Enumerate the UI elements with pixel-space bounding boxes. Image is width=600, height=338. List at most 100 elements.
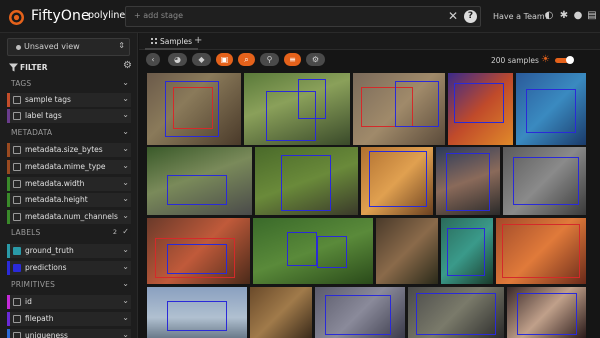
sample-thumbnail-dogs[interactable] — [253, 218, 373, 284]
sample-thumbnail-sleeping-cat[interactable] — [503, 147, 586, 215]
sample-thumbnail-cake[interactable] — [516, 73, 586, 145]
field-metadata-num-channels[interactable]: metadata.num_channels ⌄ — [7, 210, 131, 224]
help-icon[interactable]: ? — [464, 10, 477, 23]
search-icon[interactable]: ⌕ — [238, 53, 255, 66]
filter-icon — [9, 63, 18, 72]
sample-thumbnail-table[interactable] — [147, 218, 250, 284]
sort-icon[interactable]: ≡ — [284, 53, 301, 66]
chevron-down-icon[interactable]: ⌄ — [122, 161, 129, 170]
field-label: filepath — [25, 314, 54, 323]
field-color-bar — [7, 160, 10, 174]
have-a-team-link[interactable]: Have a Team? — [493, 12, 549, 21]
field-uniqueness[interactable]: uniqueness ⌄ — [7, 329, 131, 338]
sample-thumbnail-pizza[interactable] — [496, 218, 586, 284]
sample-thumbnail-brown-bear[interactable] — [250, 287, 312, 338]
slack-icon[interactable]: ✱ — [558, 10, 570, 22]
field-checkbox[interactable] — [13, 112, 21, 120]
field-sample-tags[interactable]: sample tags ⌄ — [7, 93, 131, 107]
similarity-icon[interactable]: ⚲ — [260, 53, 279, 66]
saved-view-select[interactable]: Unsaved view ⇕ — [7, 38, 130, 56]
section-primitives[interactable]: PRIMITIVES ⌄ — [7, 278, 131, 292]
tag-icon[interactable]: ◆ — [192, 53, 211, 66]
sample-thumbnail-toy[interactable] — [441, 218, 493, 284]
sample-thumbnail-bear[interactable] — [376, 218, 438, 284]
dark-mode-icon[interactable]: ◐ — [543, 10, 555, 22]
sample-thumbnail-dog[interactable] — [507, 287, 586, 338]
sample-thumbnail-train[interactable] — [147, 147, 252, 215]
field-color-bar — [7, 312, 10, 326]
field-ground-truth[interactable]: ground_truth ⌄ — [7, 244, 131, 258]
sample-thumbnail-person[interactable] — [436, 147, 500, 215]
chevron-updown-icon: ⇕ — [118, 41, 125, 50]
chevron-down-icon[interactable]: ⌄ — [122, 127, 129, 136]
settings-icon[interactable]: ⚙ — [306, 53, 325, 66]
field-checkbox[interactable] — [13, 180, 21, 188]
field-checkbox[interactable] — [13, 213, 21, 221]
field-checkbox[interactable] — [13, 96, 21, 104]
chevron-down-icon[interactable]: ⌄ — [122, 78, 129, 87]
field-checkbox[interactable] — [13, 146, 21, 154]
samples-grid — [139, 70, 600, 338]
field-checkbox[interactable] — [13, 298, 21, 306]
fiftyone-logo-icon[interactable] — [8, 9, 25, 26]
chevron-down-icon[interactable]: ⌄ — [122, 262, 129, 271]
sample-thumbnail-orange-cat[interactable] — [361, 147, 433, 215]
field-checkbox[interactable] — [13, 264, 21, 272]
section-metadata[interactable]: METADATA ⌄ — [7, 126, 131, 140]
patches-icon[interactable]: ▣ — [216, 53, 233, 66]
field-predictions[interactable]: predictions ⌄ — [7, 261, 131, 275]
field-metadata-size-bytes[interactable]: metadata.size_bytes ⌄ — [7, 143, 131, 157]
field-checkbox[interactable] — [13, 247, 21, 255]
chevron-down-icon[interactable]: ⌄ — [122, 94, 129, 103]
chevron-down-icon[interactable]: ⌄ — [122, 313, 129, 322]
chevron-down-icon[interactable]: ⌄ — [122, 245, 129, 254]
field-checkbox[interactable] — [13, 332, 21, 338]
add-stage-input[interactable]: + add stage — [134, 11, 183, 20]
section-tags[interactable]: TAGS ⌄ — [7, 77, 131, 91]
field-filepath[interactable]: filepath ⌄ — [7, 312, 131, 326]
field-checkbox[interactable] — [13, 163, 21, 171]
close-icon[interactable]: ✕ — [448, 9, 458, 23]
field-metadata-height[interactable]: metadata.height ⌄ — [7, 193, 131, 207]
chevron-down-icon[interactable]: ⌄ — [122, 296, 129, 305]
back-icon[interactable]: ‹ — [146, 53, 160, 66]
field-color-bar — [7, 244, 10, 258]
color-palette-icon[interactable]: ◕ — [168, 53, 187, 66]
sample-thumbnail-cats-sitting[interactable] — [408, 287, 504, 338]
sample-thumbnail-airplane[interactable] — [147, 287, 247, 338]
gear-icon[interactable]: ⚙ — [123, 60, 132, 71]
field-metadata-width[interactable]: metadata.width ⌄ — [7, 177, 131, 191]
prediction-box — [447, 228, 485, 276]
sample-thumbnail-cats[interactable] — [353, 73, 445, 145]
check-icon[interactable]: ✓ — [122, 227, 129, 236]
section-labels[interactable]: LABELS 2 ✓ — [7, 226, 131, 240]
chevron-down-icon[interactable]: ⌄ — [122, 194, 129, 203]
view-stage-bar[interactable]: + add stage ✕ ? — [125, 6, 481, 27]
tab-samples[interactable]: Samples — [145, 33, 199, 50]
chevron-down-icon[interactable]: ⌄ — [122, 178, 129, 187]
chevron-down-icon[interactable]: ⌄ — [122, 330, 129, 338]
chevron-down-icon[interactable]: ⌄ — [122, 211, 129, 220]
add-panel-icon[interactable]: + — [194, 35, 202, 46]
docs-icon[interactable]: ▤ — [586, 10, 598, 22]
prediction-box — [167, 301, 227, 331]
sample-thumbnail-food[interactable] — [448, 73, 513, 145]
slider-handle[interactable] — [566, 56, 574, 64]
chevron-down-icon[interactable]: ⌄ — [122, 144, 129, 153]
field-metadata-mime-type[interactable]: metadata.mime_type ⌄ — [7, 160, 131, 174]
app-header: FiftyOne polylines + add stage ✕ ? Have … — [0, 0, 600, 33]
sample-thumbnail-cat-group[interactable] — [315, 287, 405, 338]
field-label-tags[interactable]: label tags ⌄ — [7, 109, 131, 123]
prediction-box — [287, 232, 317, 266]
field-checkbox[interactable] — [13, 315, 21, 323]
github-icon[interactable]: ● — [572, 10, 584, 22]
field-label: metadata.num_channels — [25, 212, 118, 221]
sample-thumbnail-cow[interactable] — [255, 147, 358, 215]
sample-thumbnail-pig[interactable] — [147, 73, 241, 145]
chevron-down-icon[interactable]: ⌄ — [122, 279, 129, 288]
field-id[interactable]: id ⌄ — [7, 295, 131, 309]
chevron-down-icon[interactable]: ⌄ — [122, 110, 129, 119]
field-color-bar — [7, 177, 10, 191]
field-checkbox[interactable] — [13, 196, 21, 204]
sample-thumbnail-horse[interactable] — [244, 73, 350, 145]
